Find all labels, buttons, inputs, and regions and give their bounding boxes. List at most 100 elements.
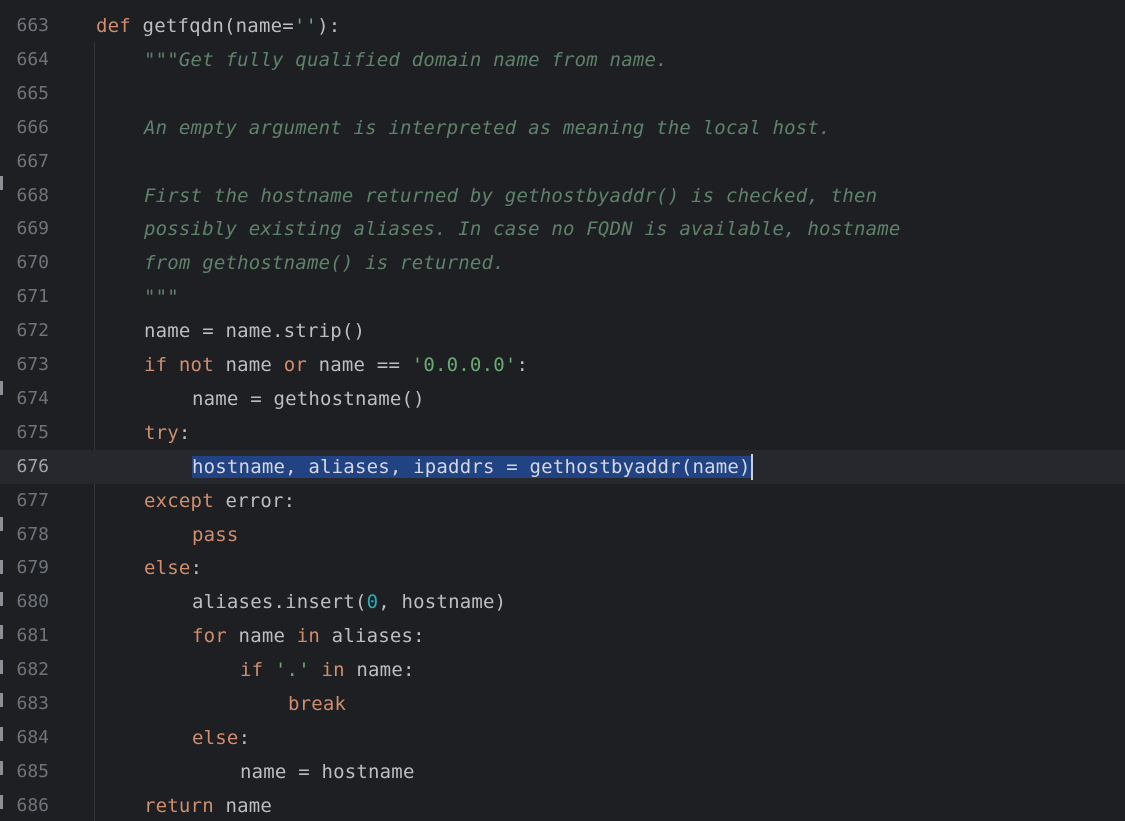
line-number[interactable]: 676 bbox=[0, 450, 49, 484]
line-number[interactable]: 675 bbox=[0, 416, 49, 450]
code-text[interactable]: name = hostname bbox=[240, 755, 415, 789]
code-line[interactable]: 676 hostname, aliases, ipaddrs = gethostb… bbox=[0, 449, 1125, 484]
code-token: getfqdn(name= bbox=[130, 15, 294, 37]
code-text[interactable]: if not name or name == '0.0.0.0': bbox=[144, 348, 528, 382]
code-token: An empty argument is interpreted as mean… bbox=[144, 116, 831, 139]
code-token: '0.0.0.0' bbox=[411, 354, 517, 376]
code-token: from gethostname() is returned. bbox=[144, 252, 505, 275]
code-text[interactable]: for name in aliases: bbox=[192, 619, 425, 653]
code-text[interactable]: hostname, aliases, ipaddrs = gethostbyad… bbox=[192, 450, 753, 484]
code-line[interactable]: 679 else: bbox=[0, 551, 1125, 585]
code-text[interactable]: pass bbox=[192, 518, 239, 552]
line-number[interactable]: 674 bbox=[0, 382, 49, 416]
code-line[interactable]: 664 """Get fully qualified domain name fr… bbox=[0, 43, 1125, 77]
line-number[interactable]: 685 bbox=[0, 755, 49, 789]
code-text[interactable]: return name bbox=[144, 789, 272, 821]
code-text[interactable]: from gethostname() is returned. bbox=[144, 246, 505, 280]
code-token: error: bbox=[213, 489, 296, 512]
code-token: name bbox=[213, 794, 273, 817]
code-line[interactable]: 672 name = name.strip() bbox=[0, 314, 1125, 348]
code-token: ): bbox=[317, 15, 341, 37]
code-line[interactable]: 665 bbox=[0, 77, 1125, 111]
code-line[interactable]: 680 aliases.insert(0, hostname) bbox=[0, 585, 1125, 619]
code-line[interactable]: 686 return name bbox=[0, 789, 1125, 821]
code-token: name = gethostname() bbox=[192, 387, 425, 410]
code-text[interactable]: First the hostname returned by gethostby… bbox=[144, 179, 877, 213]
code-line[interactable]: 675 try: bbox=[0, 416, 1125, 450]
code-token: if bbox=[240, 659, 264, 682]
code-line[interactable]: 673 if not name or name == '0.0.0.0': bbox=[0, 348, 1125, 382]
code-token: 0 bbox=[366, 591, 379, 614]
code-line[interactable]: 666 An empty argument is interpreted as m… bbox=[0, 111, 1125, 145]
code-token: break bbox=[288, 693, 347, 715]
code-text[interactable]: name = gethostname() bbox=[192, 382, 425, 416]
code-editor[interactable]: 663 def getfqdn(name=''): 664 """Get fully … bbox=[0, 0, 1125, 821]
line-number[interactable]: 669 bbox=[0, 212, 49, 246]
code-token: '.' bbox=[274, 659, 310, 682]
line-number[interactable]: 682 bbox=[0, 653, 49, 687]
code-line[interactable]: 663 def getfqdn(name=''): bbox=[0, 9, 1125, 43]
line-number[interactable]: 663 bbox=[0, 9, 49, 43]
code-token: except bbox=[144, 489, 214, 512]
code-token: else bbox=[144, 557, 191, 580]
code-text[interactable]: An empty argument is interpreted as mean… bbox=[144, 111, 831, 145]
code-text[interactable]: except error: bbox=[144, 484, 295, 518]
code-text[interactable]: try: bbox=[144, 416, 191, 450]
line-number[interactable]: 671 bbox=[0, 280, 49, 314]
code-text[interactable]: if '.' in name: bbox=[240, 653, 415, 687]
code-line[interactable]: 678 pass bbox=[0, 518, 1125, 552]
code-line[interactable]: 670 from gethostname() is returned. bbox=[0, 246, 1125, 280]
code-token: , hostname) bbox=[378, 591, 507, 614]
code-token: try bbox=[144, 421, 179, 444]
line-number[interactable]: 667 bbox=[0, 145, 49, 179]
code-token: return bbox=[144, 794, 214, 817]
code-token: else bbox=[192, 726, 239, 749]
line-number[interactable]: 664 bbox=[0, 43, 49, 77]
code-token: not bbox=[178, 354, 214, 376]
line-number[interactable]: 684 bbox=[0, 721, 49, 755]
code-line[interactable]: 683 break bbox=[0, 687, 1125, 721]
code-token: name: bbox=[344, 659, 415, 682]
code-text[interactable]: else: bbox=[144, 551, 202, 585]
line-number[interactable]: 670 bbox=[0, 246, 49, 280]
code-text[interactable]: else: bbox=[192, 721, 250, 755]
line-number[interactable]: 677 bbox=[0, 484, 49, 518]
code-token: in bbox=[296, 625, 321, 648]
code-token: """ bbox=[144, 286, 179, 309]
code-line[interactable]: 677 except error: bbox=[0, 484, 1125, 518]
line-number[interactable]: 683 bbox=[0, 687, 49, 721]
code-line[interactable]: 681 for name in aliases: bbox=[0, 619, 1125, 653]
line-number[interactable]: 666 bbox=[0, 111, 49, 145]
line-number[interactable]: 681 bbox=[0, 619, 49, 653]
line-number[interactable]: 686 bbox=[0, 789, 49, 821]
code-line[interactable]: 674 name = gethostname() bbox=[0, 382, 1125, 416]
line-number[interactable]: 678 bbox=[0, 518, 49, 552]
code-token: name bbox=[226, 625, 297, 648]
text-caret bbox=[750, 454, 753, 481]
code-text[interactable]: name = name.strip() bbox=[144, 314, 365, 348]
code-text[interactable]: break bbox=[288, 687, 346, 721]
code-line[interactable]: 671 """ bbox=[0, 280, 1125, 314]
code-line[interactable]: 684 else: bbox=[0, 721, 1125, 755]
code-text[interactable]: possibly existing aliases. In case no FQ… bbox=[144, 212, 901, 246]
line-number[interactable]: 679 bbox=[0, 551, 49, 585]
code-text[interactable]: """ bbox=[144, 280, 179, 314]
code-line[interactable]: 682 if '.' in name: bbox=[0, 653, 1125, 687]
code-line[interactable]: 685 name = hostname bbox=[0, 755, 1125, 789]
line-number[interactable]: 665 bbox=[0, 77, 49, 111]
code-text[interactable]: """Get fully qualified domain name from … bbox=[144, 43, 668, 77]
line-number[interactable]: 668 bbox=[0, 179, 49, 213]
line-number[interactable]: 672 bbox=[0, 314, 49, 348]
code-token: aliases.insert( bbox=[192, 591, 367, 614]
code-text[interactable]: aliases.insert(0, hostname) bbox=[192, 585, 506, 619]
code-line[interactable]: 669 possibly existing aliases. In case no… bbox=[0, 212, 1125, 246]
code-token: First the hostname returned by gethostby… bbox=[144, 184, 878, 207]
code-line[interactable]: 668 First the hostname returned by gethos… bbox=[0, 179, 1125, 213]
line-number[interactable]: 680 bbox=[0, 585, 49, 619]
code-line[interactable]: 667 bbox=[0, 145, 1125, 179]
line-number[interactable]: 673 bbox=[0, 348, 49, 382]
code-text[interactable]: def getfqdn(name=''): bbox=[96, 9, 340, 43]
